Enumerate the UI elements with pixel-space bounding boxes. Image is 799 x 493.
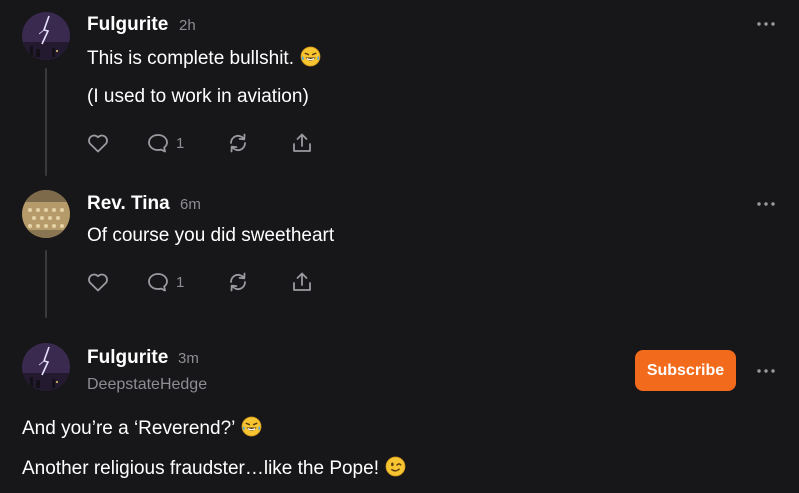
comment-time[interactable]: 3m — [178, 350, 199, 367]
comment-author[interactable]: Rev. Tina — [87, 193, 170, 215]
reply-count: 1 — [176, 273, 185, 291]
avatar-fulgurite[interactable] — [22, 343, 70, 391]
comment-time[interactable]: 2h — [179, 17, 196, 34]
restack-button[interactable] — [226, 270, 250, 294]
reply-button[interactable]: 1 — [146, 270, 184, 294]
avatar-fulgurite[interactable] — [22, 12, 70, 60]
lattice-avatar-icon — [22, 190, 70, 238]
heart-icon — [86, 131, 110, 155]
comment-text: (I used to work in aviation) — [87, 86, 309, 107]
winking-face-icon — [385, 456, 406, 477]
comment-author[interactable]: Fulgurite — [87, 14, 168, 36]
comment-time[interactable]: 6m — [180, 196, 201, 213]
share-button[interactable] — [290, 131, 314, 155]
comment-body-line: And you’re a ‘Reverend?’ — [22, 416, 262, 440]
heart-icon — [86, 270, 110, 294]
restack-button[interactable] — [226, 131, 250, 155]
comment-author[interactable]: Fulgurite — [87, 347, 168, 369]
avatar-rev-tina[interactable] — [22, 190, 70, 238]
like-button[interactable] — [86, 270, 110, 294]
restack-icon — [226, 131, 250, 155]
more-icon[interactable] — [755, 17, 777, 31]
more-icon[interactable] — [755, 364, 777, 378]
lightning-avatar-icon — [22, 12, 70, 60]
comment-text: Another religious fraudster…like the Pop… — [22, 458, 379, 479]
comment-text: This is complete bullshit. — [87, 48, 294, 69]
face-with-tears-of-joy-icon — [300, 46, 321, 67]
more-icon[interactable] — [755, 197, 777, 211]
like-button[interactable] — [86, 131, 110, 155]
lightning-avatar-icon — [22, 343, 70, 391]
comment-body-line: Another religious fraudster…like the Pop… — [22, 456, 406, 480]
comment-icon — [146, 270, 170, 294]
author-handle[interactable]: DeepstateHedge — [87, 376, 207, 394]
share-icon — [290, 131, 314, 155]
thread-line — [45, 68, 47, 176]
share-icon — [290, 270, 314, 294]
restack-icon — [226, 270, 250, 294]
comment-text: And you’re a ‘Reverend?’ — [22, 418, 236, 439]
thread-line — [45, 250, 47, 318]
share-button[interactable] — [290, 270, 314, 294]
comment-icon — [146, 131, 170, 155]
reply-count: 1 — [176, 134, 185, 152]
reply-button[interactable]: 1 — [146, 131, 184, 155]
comment-text: Of course you did sweetheart — [87, 225, 335, 246]
subscribe-button[interactable]: Subscribe — [635, 350, 736, 391]
face-with-tears-of-joy-icon — [241, 416, 262, 437]
comment-body-line: This is complete bullshit. — [87, 46, 321, 70]
